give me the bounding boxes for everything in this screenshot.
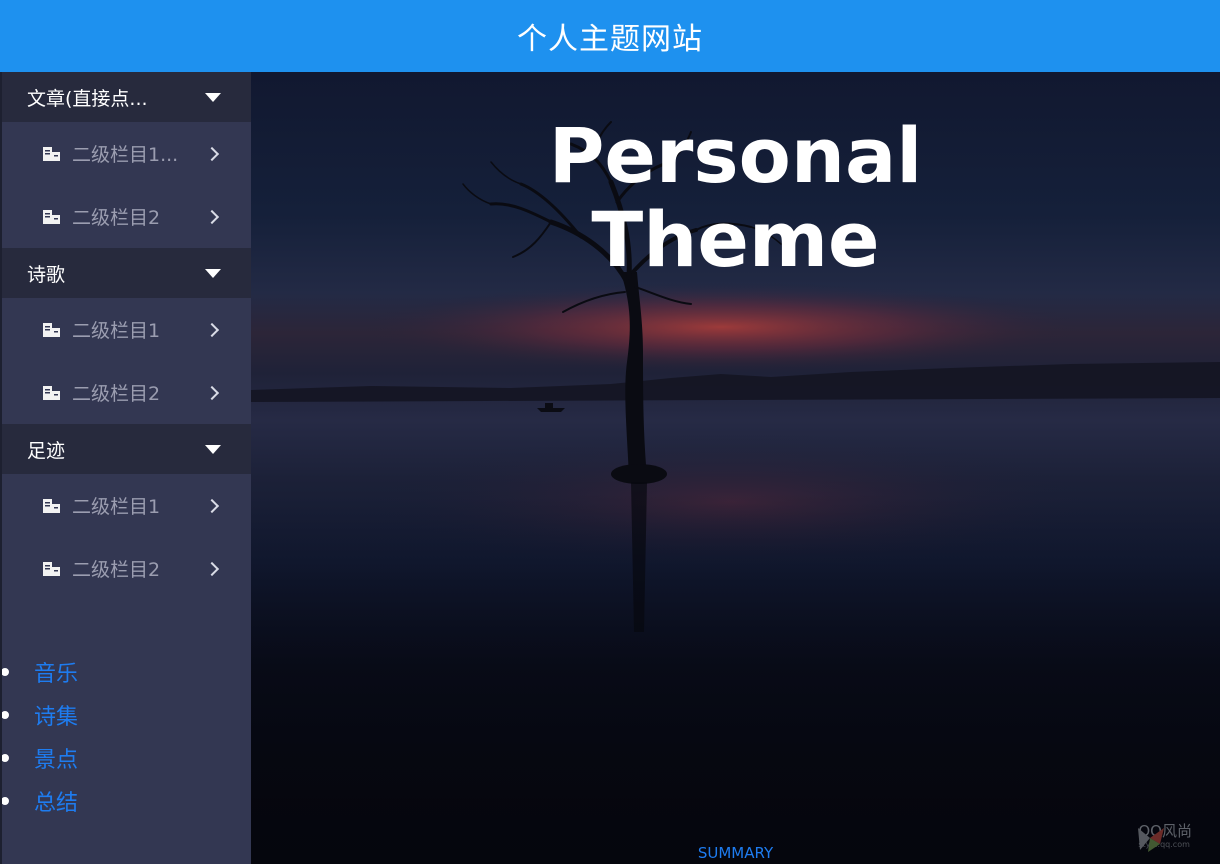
document-icon xyxy=(42,322,62,338)
document-icon xyxy=(42,385,62,401)
qq-style-logo-icon xyxy=(1138,828,1165,852)
chevron-right-icon xyxy=(204,322,220,337)
sidebar-subitem[interactable]: 二级栏目2 xyxy=(2,537,251,600)
sidebar-subitem[interactable]: 二级栏目1 xyxy=(2,298,251,361)
caret-down-icon xyxy=(205,268,221,278)
site-header: 个人主题网站 xyxy=(0,0,1220,72)
list-item: 景点 xyxy=(2,736,251,779)
sidebar-section-label: 文章(直接点... xyxy=(27,87,148,110)
summary-link[interactable]: SUMMARY xyxy=(251,844,1220,862)
link-music[interactable]: 音乐 xyxy=(34,656,78,688)
link-poems[interactable]: 诗集 xyxy=(34,699,78,731)
sidebar-section-poetry[interactable]: 诗歌 xyxy=(2,248,251,298)
sidebar-subitem-label: 二级栏目2 xyxy=(72,383,161,405)
caret-down-icon xyxy=(205,444,221,454)
sidebar-subitem-label: 二级栏目2 xyxy=(72,207,161,229)
bullet-icon xyxy=(2,753,9,762)
site-title: 个人主题网站 xyxy=(517,22,703,57)
hero-title-line: Personal xyxy=(548,111,923,200)
list-item: 总结 xyxy=(2,779,251,822)
bullet-icon xyxy=(2,796,9,805)
sidebar-subitem[interactable]: 二级栏目2 xyxy=(2,361,251,424)
document-icon xyxy=(42,498,62,514)
chevron-right-icon xyxy=(204,561,220,576)
sidebar-subitem[interactable]: 二级栏目1... xyxy=(2,122,251,185)
caret-down-icon xyxy=(205,92,221,102)
sidebar-subitem-label: 二级栏目2 xyxy=(72,559,161,581)
sidebar: 文章(直接点... 二级栏目1... 二级栏目2 诗歌 二级栏目1 二级栏目2 xyxy=(0,72,251,864)
chevron-right-icon xyxy=(204,146,220,161)
bullet-icon xyxy=(2,710,9,719)
sidebar-subitem-label: 二级栏目1 xyxy=(72,320,161,342)
sidebar-subitem-label: 二级栏目1 xyxy=(72,496,161,518)
list-item: 诗集 xyxy=(2,693,251,736)
sidebar-section-label: 足迹 xyxy=(27,439,66,462)
link-summary-cn[interactable]: 总结 xyxy=(34,785,78,817)
sidebar-section-footprints[interactable]: 足迹 xyxy=(2,424,251,474)
link-scenery[interactable]: 景点 xyxy=(34,742,78,774)
document-icon xyxy=(42,146,62,162)
sidebar-subitem[interactable]: 二级栏目2 xyxy=(2,185,251,248)
hero-title: Personal Theme xyxy=(251,114,1220,282)
chevron-right-icon xyxy=(204,385,220,400)
list-item: 音乐 xyxy=(2,650,251,693)
document-icon xyxy=(42,209,62,225)
sidebar-section-label: 诗歌 xyxy=(27,263,66,286)
hero-title-line: Theme xyxy=(591,195,880,284)
sidebar-subitem[interactable]: 二级栏目1 xyxy=(2,474,251,537)
bullet-icon xyxy=(2,667,9,676)
sidebar-section-articles[interactable]: 文章(直接点... xyxy=(2,72,251,122)
chevron-right-icon xyxy=(204,498,220,513)
watermark: QQ风尚 style.qq.com xyxy=(1134,824,1192,852)
document-icon xyxy=(42,561,62,577)
sidebar-link-list: 音乐 诗集 景点 总结 xyxy=(2,650,251,822)
sidebar-subitem-label: 二级栏目1... xyxy=(72,144,179,166)
hero-banner: Personal Theme SUMMARY QQ风尚 style.qq.com xyxy=(251,72,1220,864)
chevron-right-icon xyxy=(204,209,220,224)
